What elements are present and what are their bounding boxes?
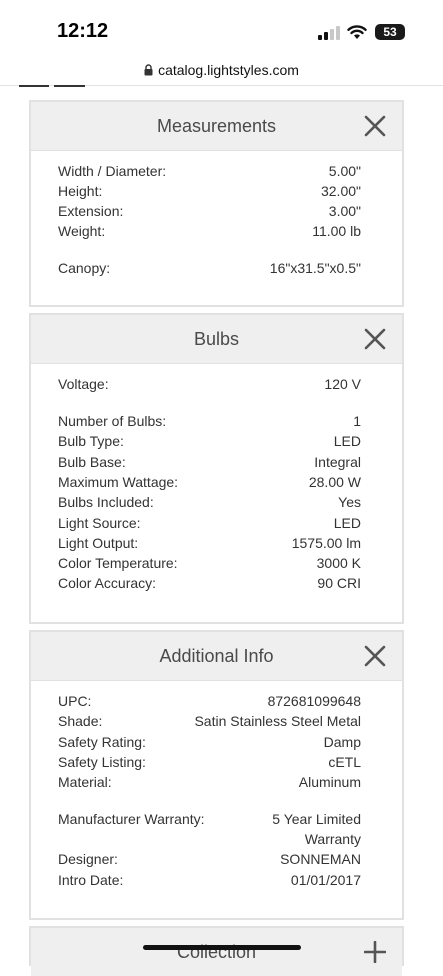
spec-value: Warranty	[304, 831, 361, 847]
spec-label: Canopy:	[58, 260, 111, 276]
spec-label: Extension:	[58, 203, 124, 219]
spec-label: Weight:	[58, 223, 106, 239]
close-icon[interactable]	[364, 115, 386, 137]
spec-label: Light Source:	[58, 515, 141, 531]
status-bar: 12:12 53	[0, 0, 443, 56]
spec-value: LED	[333, 515, 361, 531]
spec-label: Safety Rating:	[58, 734, 146, 750]
spec-label: Bulb Base:	[58, 454, 126, 470]
spec-value: 1	[353, 413, 361, 429]
tab-stub-1[interactable]	[19, 85, 49, 87]
spec-label: Voltage:	[58, 376, 109, 392]
spec-label: Color Temperature:	[58, 555, 178, 571]
spec-label: Color Accuracy:	[58, 575, 157, 591]
spec-value: 16"x31.5"x0.5"	[269, 260, 361, 276]
spec-label: Bulb Type:	[58, 433, 124, 449]
spec-label: Height:	[58, 183, 103, 199]
spec-label: Safety Listing:	[58, 754, 146, 770]
spec-value: 3000 K	[316, 555, 361, 571]
spec-label: Material:	[58, 774, 112, 790]
status-time: 12:12	[57, 20, 109, 42]
additional-info-header[interactable]: Additional Info	[31, 632, 402, 681]
spec-value: Yes	[338, 494, 361, 510]
home-indicator[interactable]	[143, 945, 301, 950]
spec-value: 11.00 lb	[312, 223, 361, 239]
spec-value: SONNEMAN	[280, 851, 361, 867]
spec-value: 01/01/2017	[290, 872, 361, 888]
close-icon[interactable]	[364, 645, 386, 667]
spec-value: 5.00"	[328, 163, 361, 179]
spec-value: 90 CRI	[317, 575, 361, 591]
cellular-signal-icon	[318, 26, 340, 40]
spec-value: Damp	[323, 734, 361, 750]
spec-label: Designer:	[58, 851, 118, 867]
spec-label: UPC:	[58, 693, 92, 709]
address-bar[interactable]: catalog.lightstyles.com	[0, 56, 443, 84]
spec-label: Shade:	[58, 713, 103, 729]
spec-value: Satin Stainless Steel Metal	[194, 713, 361, 729]
spec-value: 120 V	[324, 376, 361, 392]
spec-value: 3.00"	[328, 203, 361, 219]
spec-value: 28.00 W	[308, 474, 361, 490]
spec-value: 32.00"	[320, 183, 361, 199]
bulbs-title: Bulbs	[193, 329, 240, 349]
spec-label: Width / Diameter:	[58, 163, 167, 179]
lock-icon	[144, 64, 153, 76]
bulbs-header[interactable]: Bulbs	[31, 315, 402, 364]
spec-value: Integral	[314, 454, 361, 470]
spec-label: Maximum Wattage:	[58, 474, 179, 490]
collection-header[interactable]: Collection	[31, 928, 402, 976]
spec-label: Light Output:	[58, 535, 139, 551]
spec-value: 5 Year Limited	[272, 811, 361, 827]
url-text: catalog.lightstyles.com	[158, 62, 299, 78]
spec-label: Bulbs Included:	[58, 494, 154, 510]
spec-label: Number of Bulbs:	[58, 413, 167, 429]
tab-stub-2[interactable]	[54, 85, 85, 87]
spec-value: 1575.00 lm	[291, 535, 361, 551]
close-icon[interactable]	[364, 328, 386, 350]
measurements-title: Measurements	[156, 116, 277, 136]
spec-value: LED	[333, 433, 361, 449]
spec-value: cETL	[328, 754, 361, 770]
spec-label: Manufacturer Warranty:	[58, 811, 205, 827]
measurements-header[interactable]: Measurements	[31, 102, 402, 151]
wifi-icon	[347, 25, 367, 39]
spec-value: 872681099648	[267, 693, 361, 709]
battery-icon: 53	[375, 24, 405, 40]
spec-label: Intro Date:	[58, 872, 124, 888]
additional-info-title: Additional Info	[159, 646, 274, 666]
spec-value: Aluminum	[298, 774, 361, 790]
